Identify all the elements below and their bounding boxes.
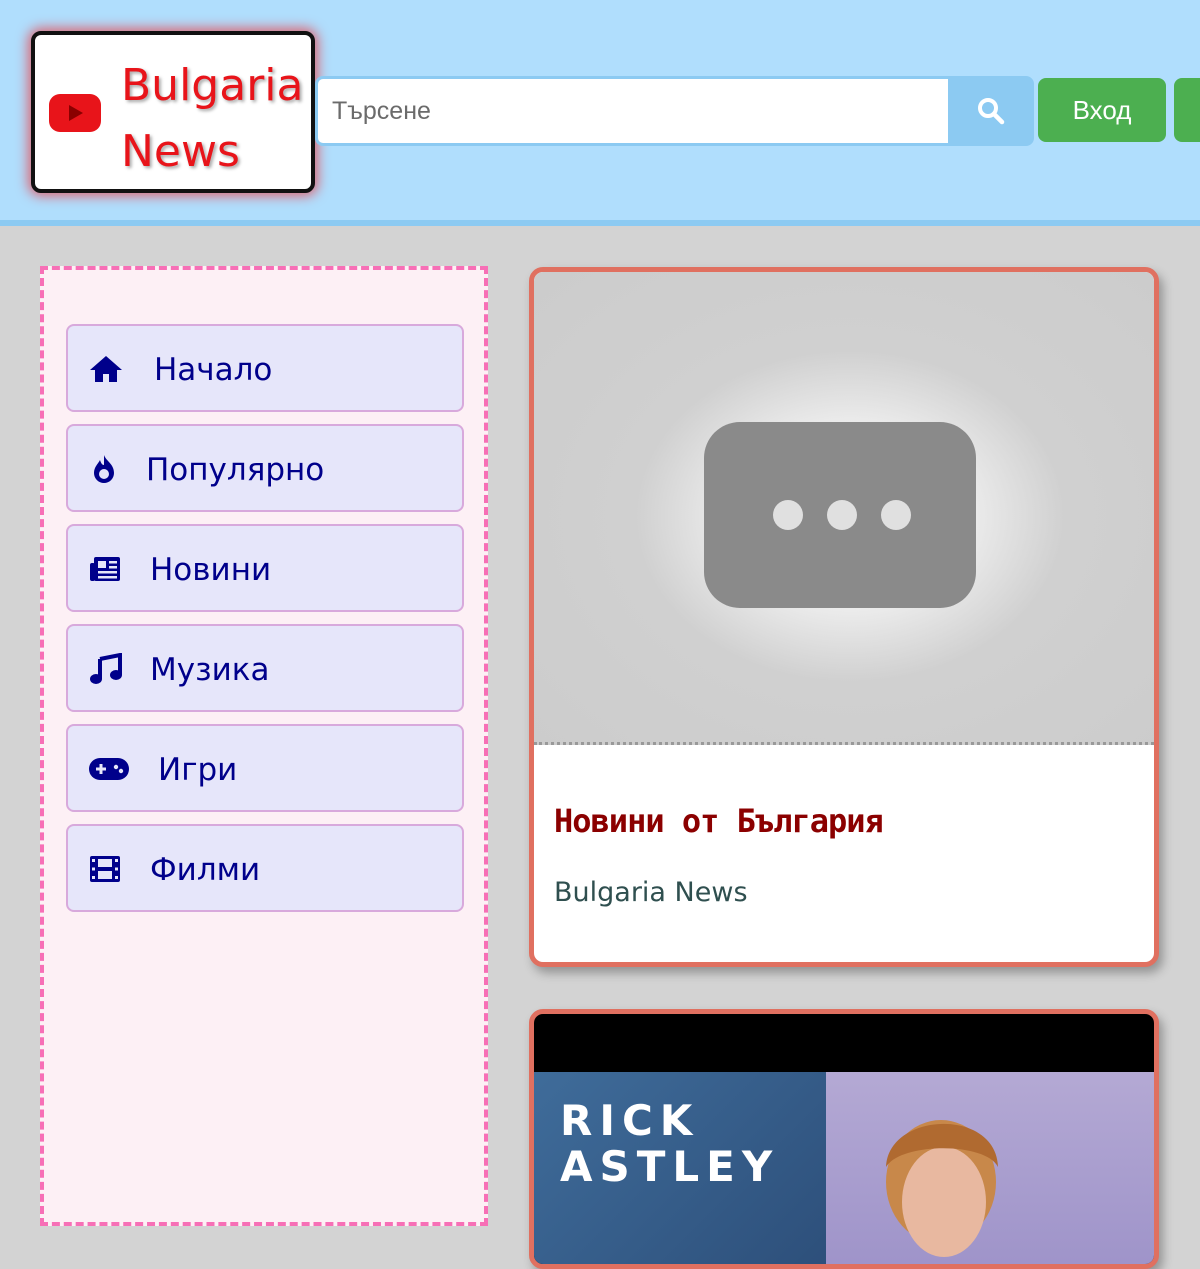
register-button[interactable] [1174, 78, 1200, 142]
sidebar-item-news[interactable]: Новини [66, 524, 464, 612]
youtube-play-icon [49, 94, 101, 132]
sidebar-item-label: Игри [158, 752, 238, 788]
sidebar-item-home[interactable]: Начало [66, 324, 464, 412]
login-button[interactable]: Вход [1038, 78, 1166, 142]
thumbnail-banner: RICK ASTLEY [534, 1072, 826, 1264]
video-card[interactable]: Новини от България Bulgaria News [529, 267, 1159, 967]
sidebar-item-label: Новини [150, 552, 272, 588]
site-header: Bulgaria News Вход [0, 0, 1200, 226]
sidebar-item-label: Начало [154, 352, 273, 388]
sidebar-item-music[interactable]: Музика [66, 624, 464, 712]
search-button[interactable] [948, 76, 1034, 146]
person-image [886, 1120, 998, 1257]
home-icon [90, 356, 122, 382]
video-thumbnail[interactable] [534, 272, 1154, 745]
video-channel[interactable]: Bulgaria News [554, 877, 748, 908]
video-card[interactable]: RICK ASTLEY [529, 1009, 1159, 1269]
logo-text: Bulgaria News [121, 60, 304, 177]
thumbnail-photo [826, 1072, 1154, 1264]
sidebar-item-label: Филми [150, 852, 261, 888]
thumbnail-text: RICK ASTLEY [560, 1096, 780, 1191]
loading-placeholder-icon [704, 422, 976, 608]
sidebar-item-label: Музика [150, 652, 270, 688]
sidebar-item-popular[interactable]: Популярно [66, 424, 464, 512]
music-icon [90, 653, 122, 684]
film-icon [90, 856, 120, 882]
fire-icon [94, 455, 114, 483]
site-logo[interactable]: Bulgaria News [31, 31, 315, 193]
sidebar-item-movies[interactable]: Филми [66, 824, 464, 912]
search-icon [978, 98, 1005, 125]
newspaper-icon [90, 557, 120, 581]
sidebar: Начало Популярно Новини Музика Игри Филм… [40, 266, 488, 1226]
gamepad-icon [89, 758, 129, 780]
sidebar-item-games[interactable]: Игри [66, 724, 464, 812]
search-input[interactable] [315, 76, 951, 146]
video-title[interactable]: Новини от България [554, 802, 884, 840]
sidebar-item-label: Популярно [146, 452, 325, 488]
video-thumbnail[interactable]: RICK ASTLEY [534, 1072, 1154, 1264]
